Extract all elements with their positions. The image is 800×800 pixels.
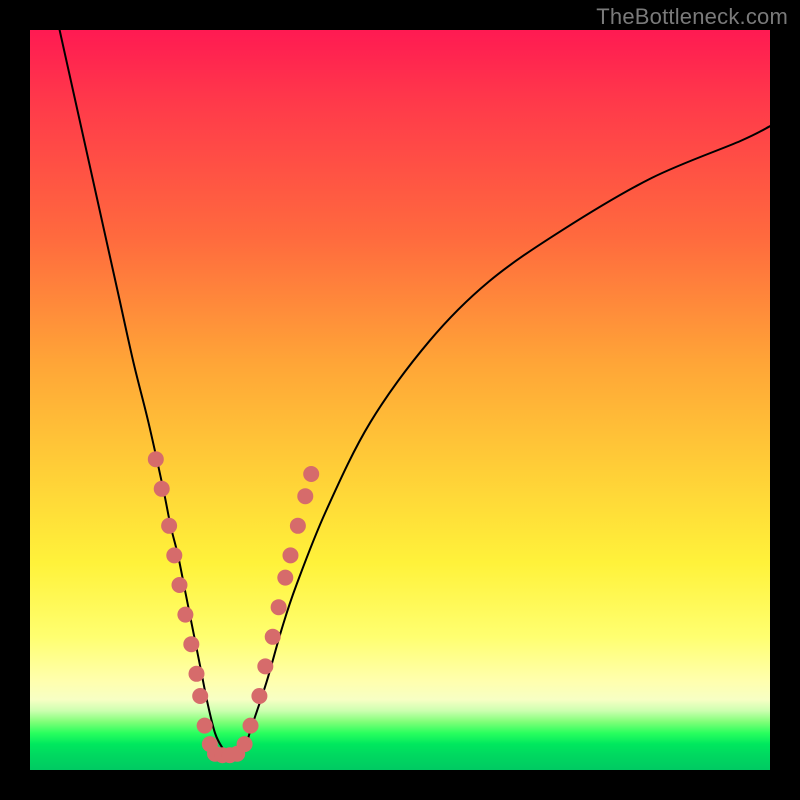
sample-dot bbox=[277, 570, 293, 586]
sample-dot bbox=[237, 736, 253, 752]
sample-dot bbox=[154, 481, 170, 497]
sample-dot bbox=[297, 488, 313, 504]
sample-dot bbox=[197, 718, 213, 734]
bottleneck-curve bbox=[60, 30, 770, 756]
sample-dot bbox=[161, 518, 177, 534]
chart-svg bbox=[30, 30, 770, 770]
watermark-text: TheBottleneck.com bbox=[596, 4, 788, 30]
sample-dots bbox=[148, 451, 319, 763]
sample-dot bbox=[183, 636, 199, 652]
sample-dot bbox=[171, 577, 187, 593]
sample-dot bbox=[189, 666, 205, 682]
sample-dot bbox=[166, 547, 182, 563]
sample-dot bbox=[177, 607, 193, 623]
sample-dot bbox=[257, 658, 273, 674]
sample-dot bbox=[290, 518, 306, 534]
sample-dot bbox=[251, 688, 267, 704]
sample-dot bbox=[271, 599, 287, 615]
sample-dot bbox=[148, 451, 164, 467]
sample-dot bbox=[192, 688, 208, 704]
sample-dot bbox=[303, 466, 319, 482]
sample-dot bbox=[265, 629, 281, 645]
sample-dot bbox=[243, 718, 259, 734]
sample-dot bbox=[282, 547, 298, 563]
chart-frame: TheBottleneck.com bbox=[0, 0, 800, 800]
plot-area bbox=[30, 30, 770, 770]
